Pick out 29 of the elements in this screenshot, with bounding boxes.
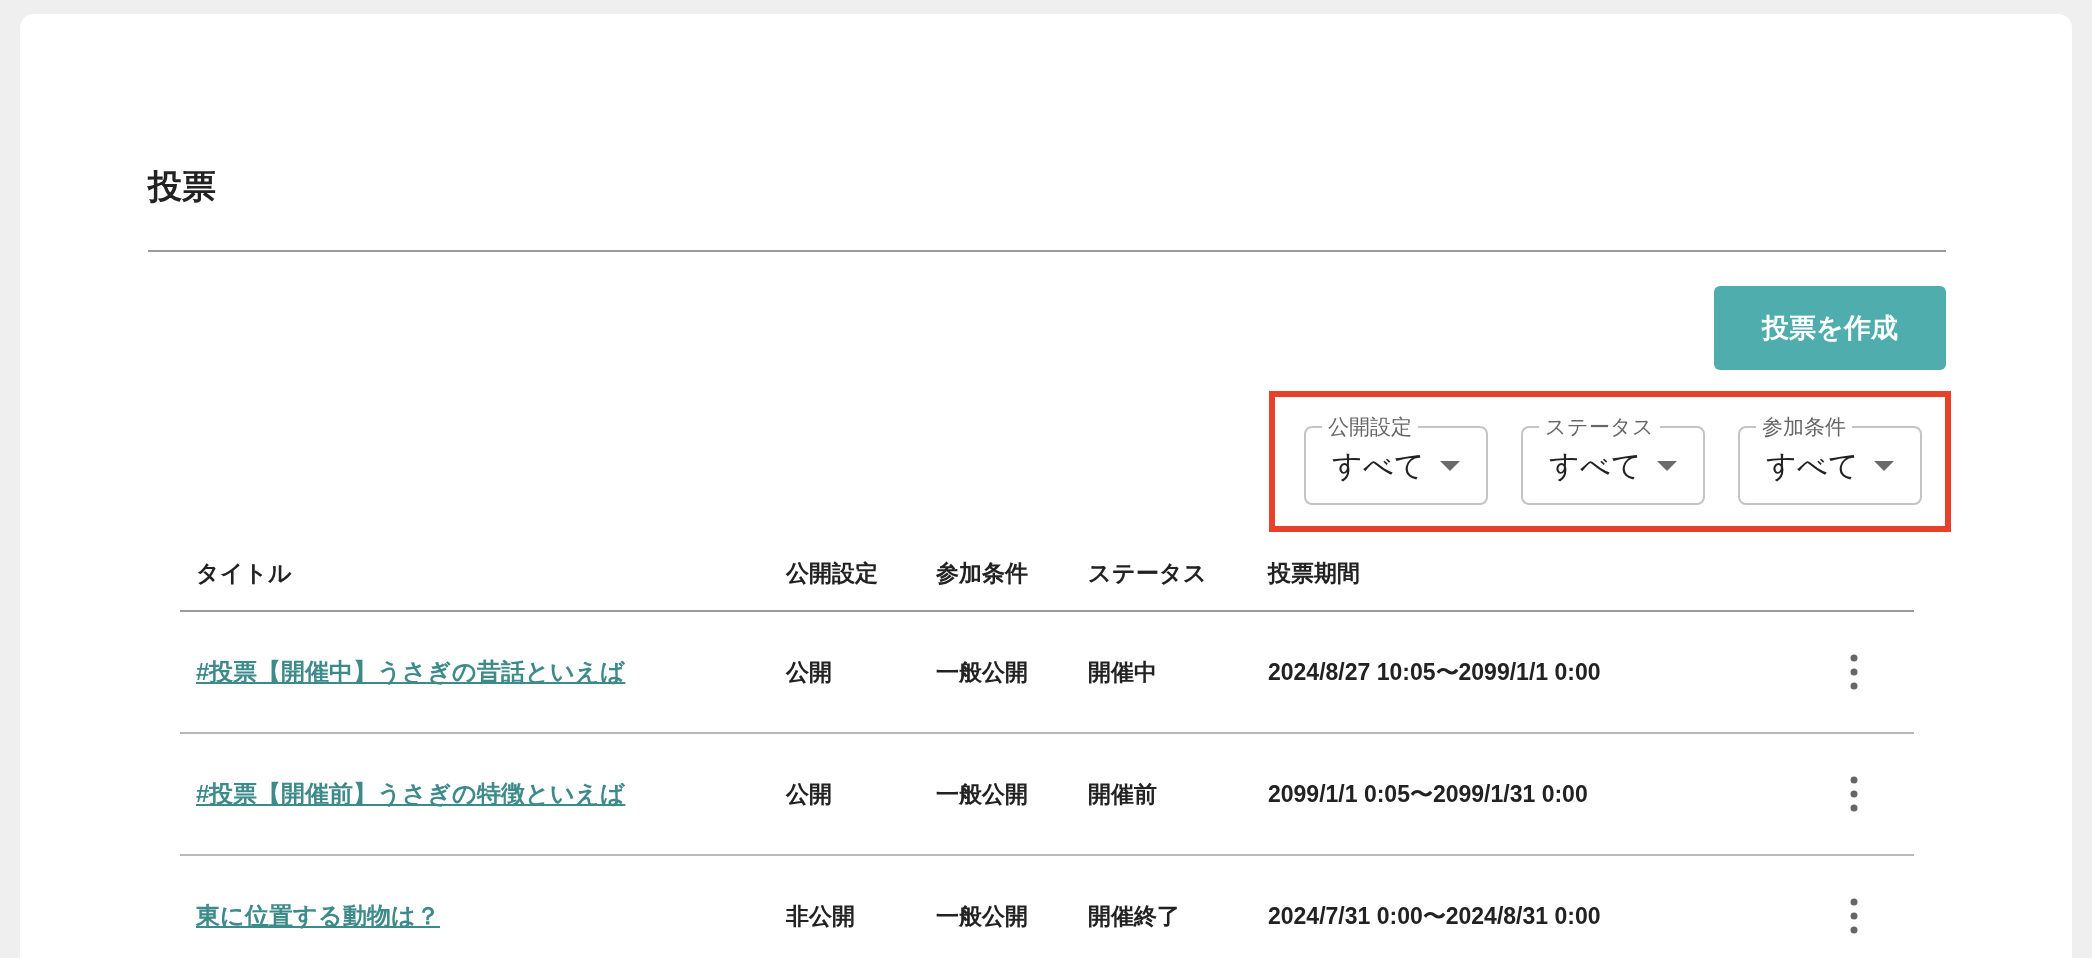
table-cell: 2024/8/27 10:05〜2099/1/1 0:00	[1268, 658, 1601, 685]
filter-select[interactable]: ステータス すべて	[1521, 419, 1705, 505]
table-cell: 2024/7/31 0:00〜2024/8/31 0:00	[1268, 902, 1601, 929]
create-button[interactable]: 投票を作成	[1714, 286, 1946, 370]
page-title: 投票	[148, 162, 216, 252]
vote-title-link[interactable]: #投票【開催中】うさぎの昔話といえば	[196, 658, 626, 685]
table-cell: 一般公開	[936, 780, 1028, 807]
caret-icon	[1440, 461, 1460, 471]
vote-title-link[interactable]: 東に位置する動物は？	[196, 902, 440, 929]
column-header: タイトル	[196, 559, 292, 586]
column-header: ステータス	[1088, 559, 1207, 586]
more-options-icon[interactable]	[1850, 776, 1858, 812]
table-cell: 開催終了	[1088, 902, 1180, 929]
vote-title-link[interactable]: #投票【開催前】うさぎの特徴といえば	[196, 780, 626, 807]
table-cell: 非公開	[786, 902, 855, 929]
column-header: 参加条件	[936, 559, 1028, 586]
column-header: 投票期間	[1268, 559, 1360, 586]
more-options-icon[interactable]	[1850, 898, 1858, 934]
table-cell: 開催中	[1088, 658, 1157, 685]
table-cell: 一般公開	[936, 902, 1028, 929]
more-options-icon[interactable]	[1850, 654, 1858, 690]
column-header: 公開設定	[786, 559, 878, 586]
table-cell: 公開	[786, 658, 832, 685]
caret-icon	[1874, 461, 1894, 471]
table-cell: 2099/1/1 0:05〜2099/1/31 0:00	[1268, 780, 1588, 807]
table-cell: 一般公開	[936, 658, 1028, 685]
table-cell: 開催前	[1088, 780, 1157, 807]
caret-icon	[1657, 461, 1677, 471]
table-cell: 公開	[786, 780, 832, 807]
